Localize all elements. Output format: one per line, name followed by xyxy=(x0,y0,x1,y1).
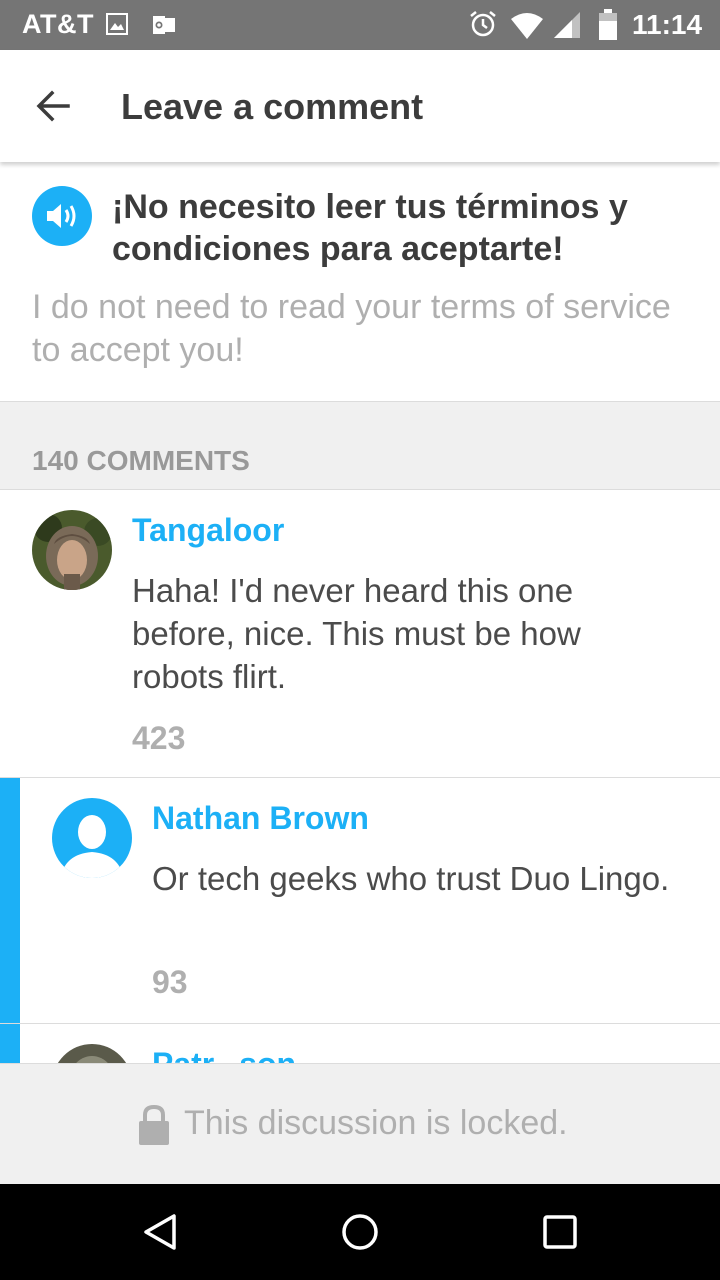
comment-author[interactable]: Nathan Brown xyxy=(152,800,369,837)
comment-text: Or tech geeks who trust Duo Lingo. xyxy=(152,860,670,897)
locked-footer: This discussion is locked. xyxy=(0,1063,720,1185)
comment-item: Tangaloor Haha! I'd never heard this one… xyxy=(0,490,720,778)
sentence-text: ¡No necesito leer tus términos y condici… xyxy=(112,188,628,268)
play-audio-button[interactable] xyxy=(32,186,92,246)
back-button[interactable] xyxy=(28,80,84,132)
avatar[interactable] xyxy=(32,510,112,590)
reply-indicator xyxy=(0,1024,20,1064)
lock-icon xyxy=(138,1104,170,1146)
clock-time: 11:14 xyxy=(632,9,703,40)
app-bar: Leave a comment xyxy=(0,50,720,162)
nav-back-icon[interactable] xyxy=(138,1210,182,1254)
signal-icon xyxy=(552,10,582,40)
wifi-icon xyxy=(510,12,544,40)
alarm-icon xyxy=(468,9,498,39)
comments-header: 140 COMMENTS xyxy=(0,402,720,490)
default-user-icon xyxy=(52,798,132,878)
carrier-label: AT&T xyxy=(22,9,94,39)
reply-indicator xyxy=(0,778,20,1023)
comment-reply-item: Patr...son xyxy=(0,1024,720,1064)
comment-score: 93 xyxy=(152,964,188,1000)
battery-icon xyxy=(598,9,618,41)
sentence-card: ¡No necesito leer tus términos y condici… xyxy=(0,162,720,402)
avatar[interactable] xyxy=(52,798,132,878)
comment-reply-item: Nathan Brown Or tech geeks who trust Duo… xyxy=(0,778,720,1024)
comment-score: 423 xyxy=(132,720,186,756)
image-icon xyxy=(106,13,128,35)
outlook-icon xyxy=(152,13,176,37)
avatar[interactable] xyxy=(52,1044,132,1064)
locked-message: This discussion is locked. xyxy=(184,1104,568,1142)
comment-author[interactable]: Patr...son xyxy=(152,1046,296,1064)
page-title: Leave a comment xyxy=(121,86,424,127)
sentence-translation: I do not need to read your terms of serv… xyxy=(32,288,671,369)
comments-count: 140 COMMENTS xyxy=(32,445,250,476)
nav-home-icon[interactable] xyxy=(338,1210,382,1254)
navigation-bar xyxy=(0,1184,720,1280)
nav-recents-icon[interactable] xyxy=(538,1210,582,1254)
comment-author[interactable]: Tangaloor xyxy=(132,512,284,549)
arrow-left-icon xyxy=(36,90,70,122)
speaker-icon xyxy=(47,204,76,228)
status-bar: AT&T 11:14 xyxy=(0,0,720,50)
comment-text: Haha! I'd never heard this one before, n… xyxy=(132,572,581,695)
